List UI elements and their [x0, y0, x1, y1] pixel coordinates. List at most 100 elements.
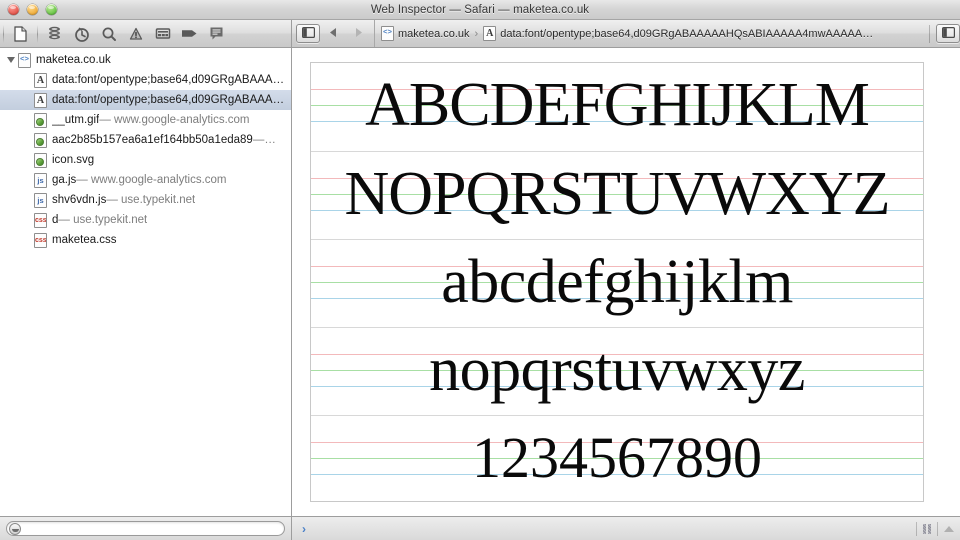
- list-item[interactable]: css d — use.typekit.net: [0, 210, 291, 230]
- database-icon: [47, 26, 62, 42]
- font-file-icon: A: [483, 26, 496, 41]
- back-button[interactable]: [320, 24, 346, 43]
- resources-sidebar[interactable]: <> maketea.co.uk A data:font/opentype;ba…: [0, 48, 292, 516]
- web-inspector-window: Web Inspector — Safari — maketea.co.uk: [0, 0, 960, 540]
- resources-button[interactable]: [7, 23, 34, 44]
- list-item-host: — use.typekit.net: [58, 214, 147, 226]
- js-file-icon: js: [34, 173, 47, 188]
- zoom-button[interactable]: [46, 4, 57, 15]
- font-preview-text: ABCDEFGHIJKLM: [311, 74, 923, 136]
- font-preview-line: ABCDEFGHIJKLM: [311, 63, 923, 151]
- filter-input[interactable]: [6, 521, 285, 536]
- toolbar-divider: [3, 25, 4, 43]
- forward-button[interactable]: [346, 24, 372, 43]
- list-item[interactable]: __utm.gif — www.google-analytics.com: [0, 110, 291, 130]
- search-button[interactable]: [95, 23, 122, 44]
- font-preview-text: nopqrstuvwxyz: [311, 339, 923, 401]
- font-preview-line: 1234567890: [311, 415, 923, 502]
- close-button[interactable]: [8, 4, 19, 15]
- status-bar-controls: [910, 522, 954, 536]
- list-item-label: shv6vdn.js: [52, 194, 106, 206]
- breadcrumb-item-font[interactable]: A data:font/opentype;base64,d09GRgABAAAA…: [483, 26, 873, 41]
- list-item-host: —…: [253, 134, 276, 146]
- list-item-label: ga.js: [52, 174, 76, 186]
- traffic-lights: [8, 4, 57, 15]
- status-bar: ›: [0, 516, 960, 540]
- breadcrumb-label-site: maketea.co.uk: [398, 28, 470, 40]
- breadcrumb-item-site[interactable]: <> maketea.co.uk: [381, 26, 470, 41]
- font-preview-line: abcdefghijklm: [311, 239, 923, 327]
- list-item-label: aac2b85b157ea6a1ef164bb50a1eda89: [52, 134, 253, 146]
- up-triangle-icon[interactable]: [944, 526, 954, 532]
- font-preview-text: NOPQRSTUVWXYZ: [311, 163, 923, 225]
- font-preview-line: nopqrstuvwxyz: [311, 327, 923, 415]
- storage-button[interactable]: [41, 23, 68, 44]
- image-file-icon: [34, 153, 47, 168]
- image-file-icon: [34, 113, 47, 128]
- tag-button[interactable]: [176, 23, 203, 44]
- image-file-icon: [34, 133, 47, 148]
- font-preview-text: abcdefghijklm: [311, 251, 923, 313]
- font-file-icon: A: [34, 73, 47, 88]
- js-file-icon: js: [34, 193, 47, 208]
- list-item[interactable]: A data:font/opentype;base64,d09GRgABAAA…: [0, 90, 291, 110]
- status-divider: [916, 522, 917, 536]
- html-file-icon: <>: [381, 26, 394, 41]
- list-item[interactable]: icon.svg: [0, 150, 291, 170]
- breadcrumb: <> maketea.co.uk › A data:font/opentype;…: [374, 20, 929, 47]
- status-divider-2: [937, 522, 938, 536]
- list-item[interactable]: js ga.js — www.google-analytics.com: [0, 170, 291, 190]
- font-file-icon: A: [34, 93, 47, 108]
- console-prompt[interactable]: ›: [302, 522, 306, 536]
- list-item-label: icon.svg: [52, 154, 94, 166]
- list-item-label: data:font/opentype;base64,d09GRgABAAA…: [52, 74, 284, 86]
- back-arrow-icon: [328, 25, 338, 43]
- warning-icon: [128, 26, 144, 42]
- html-file-icon: <>: [18, 53, 31, 68]
- list-item[interactable]: js shv6vdn.js — use.typekit.net: [0, 190, 291, 210]
- console-bubble-icon: [209, 26, 224, 41]
- pause-icon[interactable]: [923, 524, 931, 534]
- toolbar-divider-2: [37, 25, 38, 43]
- breadcrumb-separator: ›: [475, 28, 479, 40]
- list-item[interactable]: css maketea.css: [0, 230, 291, 250]
- list-item[interactable]: A data:font/opentype;base64,d09GRgABAAA…: [0, 70, 291, 90]
- font-preview-box: ABCDEFGHIJKLM NOPQRSTUVWXYZ abcdefghijkl…: [310, 62, 924, 502]
- forward-arrow-icon: [354, 25, 364, 43]
- list-item[interactable]: aac2b85b157ea6a1ef164bb50a1eda89 —…: [0, 130, 291, 150]
- toolbar-right-group: <> maketea.co.uk › A data:font/opentype;…: [292, 20, 960, 47]
- status-bar-left: [0, 517, 292, 540]
- sidebar-root-label: maketea.co.uk: [36, 54, 111, 66]
- toolbar-divider-3: [929, 25, 930, 43]
- disclosure-triangle-icon[interactable]: [4, 57, 18, 63]
- clock-icon: [74, 26, 90, 42]
- left-sidebar-toggle-icon: [302, 25, 315, 43]
- list-item-label: __utm.gif: [52, 114, 99, 126]
- font-preview-line: NOPQRSTUVWXYZ: [311, 151, 923, 239]
- layers-button[interactable]: [149, 23, 176, 44]
- list-item-label: data:font/opentype;base64,d09GRgABAAA…: [52, 94, 284, 106]
- font-preview-text: 1234567890: [311, 429, 923, 487]
- status-bar-right: ›: [292, 517, 960, 540]
- console-button[interactable]: [203, 23, 230, 44]
- tag-icon: [181, 28, 199, 39]
- title-bar: Web Inspector — Safari — maketea.co.uk: [0, 0, 960, 20]
- left-sidebar-toggle-button[interactable]: [296, 24, 320, 43]
- document-icon: [14, 26, 27, 42]
- minimize-button[interactable]: [27, 4, 38, 15]
- sidebar-root-row[interactable]: <> maketea.co.uk: [0, 50, 291, 70]
- main-body: <> maketea.co.uk A data:font/opentype;ba…: [0, 48, 960, 516]
- list-item-label: maketea.css: [52, 234, 117, 246]
- list-item-host: — use.typekit.net: [106, 194, 195, 206]
- magnifier-icon: [101, 26, 117, 42]
- debugger-button[interactable]: [122, 23, 149, 44]
- content-area: ABCDEFGHIJKLM NOPQRSTUVWXYZ abcdefghijkl…: [292, 48, 960, 516]
- toolbar: <> maketea.co.uk › A data:font/opentype;…: [0, 20, 960, 48]
- breadcrumb-label-font: data:font/opentype;base64,d09GRgABAAAAAH…: [500, 28, 873, 40]
- right-sidebar-toggle-button[interactable]: [936, 24, 960, 43]
- timelines-button[interactable]: [68, 23, 95, 44]
- window-title: Web Inspector — Safari — maketea.co.uk: [0, 4, 960, 16]
- filter-knob-icon[interactable]: [9, 523, 21, 535]
- css-file-icon: css: [34, 233, 47, 248]
- toolbar-left-group: [0, 20, 292, 47]
